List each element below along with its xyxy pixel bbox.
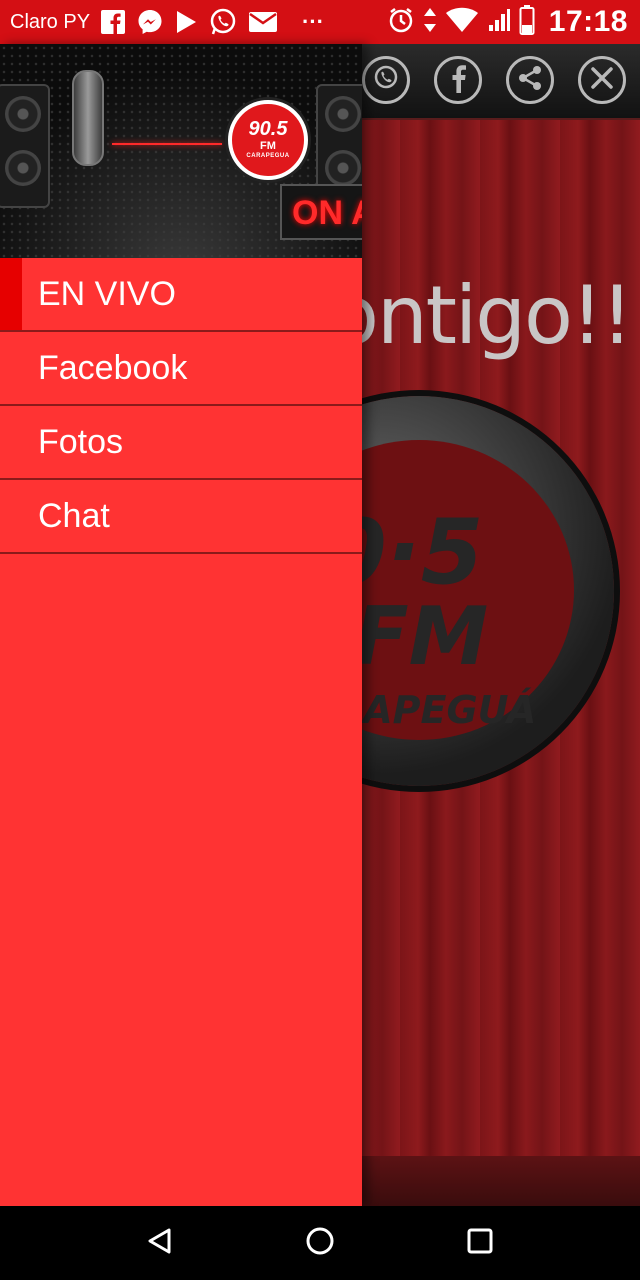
badge-frequency: 90.5 [248, 118, 288, 140]
gmail-icon [248, 10, 278, 34]
back-icon [145, 1226, 175, 1261]
menu-item-chat[interactable]: Chat [0, 480, 362, 554]
radio-logo-badge: 90.5 FM CARAPEGUA [228, 100, 308, 180]
whatsapp-icon [208, 7, 238, 37]
facebook-share-button[interactable] [434, 56, 482, 104]
menu-item-label: Chat [38, 496, 110, 535]
badge-band: FM [260, 140, 276, 152]
more-notifications: ··· [302, 9, 325, 34]
recents-icon [466, 1227, 494, 1260]
slogan-text: ontigo!! [330, 269, 633, 362]
recents-button[interactable] [460, 1223, 500, 1263]
home-icon [304, 1225, 336, 1262]
messenger-icon [136, 8, 164, 36]
on-air-sign: ON AI [280, 184, 362, 240]
microphone-image [72, 70, 104, 166]
wifi-icon [445, 7, 479, 38]
facebook-icon [446, 62, 470, 99]
menu-item-en-vivo[interactable]: EN VIVO [0, 258, 362, 332]
share-button[interactable] [506, 56, 554, 104]
system-nav-bar [0, 1206, 640, 1280]
facebook-icon [100, 9, 126, 35]
menu-item-label: Fotos [38, 422, 124, 461]
play-store-icon [174, 9, 198, 35]
navigation-drawer: 90.5 FM CARAPEGUA ON AI EN VIVO Facebook… [0, 44, 362, 1206]
whatsapp-share-button[interactable] [362, 56, 410, 104]
drawer-header-image: 90.5 FM CARAPEGUA ON AI [0, 44, 362, 258]
status-clock: 17:18 [548, 5, 628, 38]
notification-icons: ··· [100, 7, 324, 37]
alarm-icon [387, 6, 415, 39]
logo-band: FM [354, 590, 489, 683]
home-button[interactable] [300, 1223, 340, 1263]
signal-icon [487, 7, 511, 38]
menu-item-label: EN VIVO [38, 274, 176, 313]
left-speaker-image [0, 84, 50, 208]
laser-line [112, 143, 222, 145]
back-button[interactable] [140, 1223, 180, 1263]
data-arrows-icon [423, 7, 437, 38]
close-button[interactable] [578, 56, 626, 104]
battery-low-icon [519, 4, 535, 40]
menu-item-facebook[interactable]: Facebook [0, 332, 362, 406]
logo-city: RAPEGUÁ [334, 688, 537, 732]
share-icon [515, 63, 545, 98]
badge-city: CARAPEGUA [246, 153, 290, 159]
whatsapp-icon [371, 63, 401, 98]
status-bar: Claro PY ··· 17:18 [0, 0, 640, 44]
menu-item-label: Facebook [38, 348, 188, 387]
menu-item-fotos[interactable]: Fotos [0, 406, 362, 480]
close-icon [589, 65, 615, 96]
carrier-label: Claro PY [10, 10, 91, 33]
